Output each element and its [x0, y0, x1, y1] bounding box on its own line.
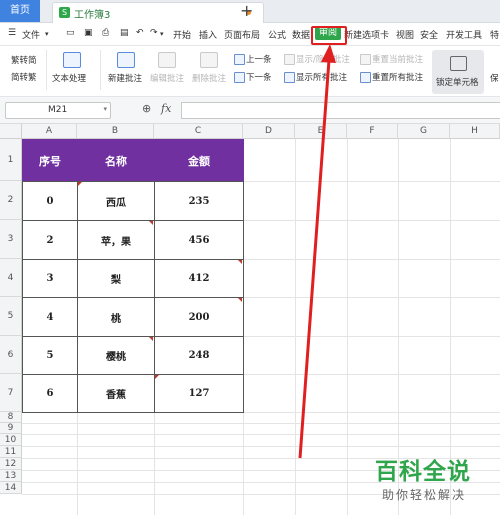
arrow-shaft: [298, 59, 331, 459]
arrow-head: [321, 44, 336, 63]
watermark-title: 百科全说: [375, 459, 471, 485]
annotation-arrow: [298, 44, 336, 459]
watermark-subtitle: 助你轻松解决: [382, 488, 467, 502]
